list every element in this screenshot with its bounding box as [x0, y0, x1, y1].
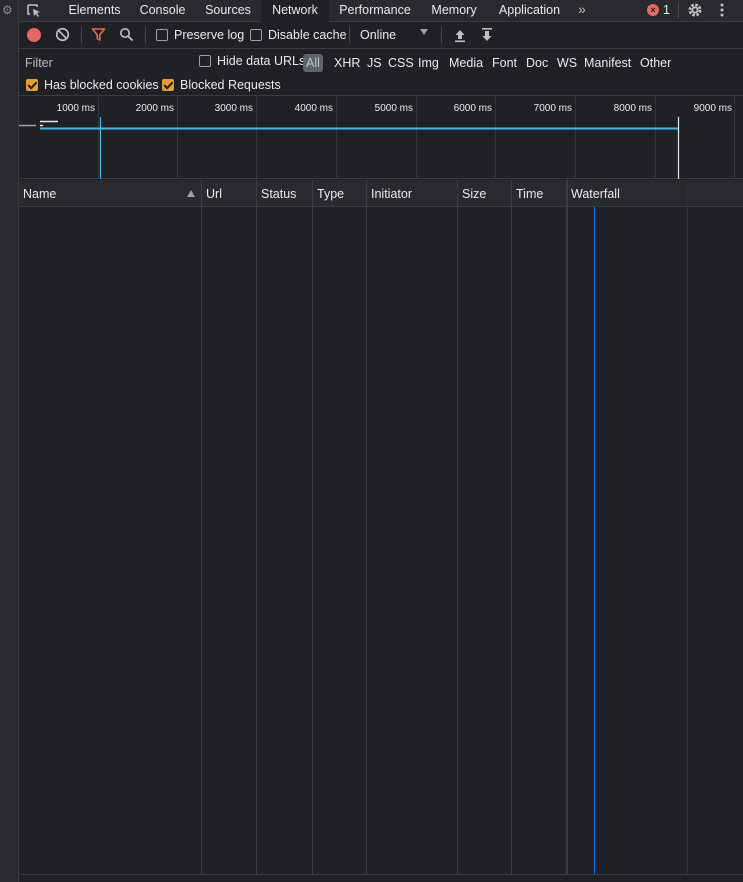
column-divider[interactable]	[256, 180, 257, 874]
filter-input[interactable]	[21, 53, 186, 72]
column-divider[interactable]	[366, 180, 367, 874]
filter-type-all[interactable]: All	[303, 54, 323, 72]
tab-network[interactable]: Network	[261, 0, 329, 22]
has-blocked-cookies-label: Has blocked cookies	[44, 78, 159, 92]
column-header-name[interactable]: Name	[23, 187, 56, 201]
network-overview[interactable]: 1000 ms 2000 ms 3000 ms 4000 ms 5000 ms …	[19, 97, 743, 179]
tab-elements[interactable]: Elements	[59, 0, 130, 22]
waterfall-grid-line	[687, 180, 688, 874]
column-divider	[567, 180, 568, 874]
filter-type-ws[interactable]: WS	[555, 54, 579, 72]
filter-type-doc[interactable]: Doc	[524, 54, 550, 72]
preserve-log-label: Preserve log	[174, 28, 245, 42]
disable-cache-checkbox[interactable]	[250, 29, 262, 41]
has-blocked-cookies-checkbox[interactable]	[26, 79, 38, 91]
filter-type-css[interactable]: CSS	[386, 54, 416, 72]
divider	[441, 27, 442, 43]
column-divider[interactable]	[457, 180, 458, 874]
more-tabs-chevron-icon[interactable]: »	[578, 1, 586, 17]
disable-cache-label: Disable cache	[268, 28, 347, 42]
overview-request-bars	[19, 117, 680, 179]
hide-data-urls-label: Hide data URLs	[217, 54, 306, 68]
filter-bar: Hide data URLs All XHR JS CSS Img Media …	[19, 50, 743, 75]
more-options-kebab-icon[interactable]	[719, 2, 725, 18]
divider	[145, 27, 146, 43]
network-toolbar: Preserve log Disable cache Online	[19, 22, 743, 49]
throttling-select[interactable]: Online	[360, 28, 396, 42]
column-header-size[interactable]: Size	[462, 187, 486, 201]
tab-bar: Elements Console Sources Network Perform…	[19, 0, 743, 22]
blocked-filter-row: Has blocked cookies Blocked Requests	[19, 75, 743, 96]
divider	[678, 3, 679, 19]
filter-type-js[interactable]: JS	[365, 54, 384, 72]
error-counter[interactable]: × 1	[647, 3, 670, 17]
column-divider[interactable]	[511, 180, 512, 874]
column-header-initiator[interactable]: Initiator	[371, 187, 412, 201]
chevron-down-icon[interactable]	[420, 29, 428, 35]
hide-data-urls-checkbox[interactable]	[199, 55, 211, 67]
column-header-status[interactable]: Status	[261, 187, 296, 201]
tab-application[interactable]: Application	[487, 0, 572, 22]
divider	[81, 27, 82, 43]
dom-content-loaded-marker	[594, 207, 595, 874]
tab-memory[interactable]: Memory	[421, 0, 487, 22]
error-icon: ×	[647, 4, 659, 16]
column-header-type[interactable]: Type	[317, 187, 344, 201]
filter-type-manifest[interactable]: Manifest	[582, 54, 633, 72]
column-divider[interactable]	[201, 180, 202, 874]
clear-icon[interactable]	[55, 27, 70, 42]
settings-gear-icon[interactable]	[686, 1, 704, 19]
devtools-window: Elements Console Sources Network Perform…	[19, 0, 743, 882]
preserve-log-checkbox[interactable]	[156, 29, 168, 41]
left-gutter: ⚙	[0, 0, 19, 882]
settings-edge-icon: ⚙	[2, 3, 13, 17]
tab-console[interactable]: Console	[130, 0, 195, 22]
tab-performance[interactable]: Performance	[329, 0, 421, 22]
column-header-time[interactable]: Time	[516, 187, 543, 201]
search-icon[interactable]	[119, 27, 134, 42]
sort-ascending-icon[interactable]	[187, 190, 195, 197]
export-har-download-icon[interactable]	[480, 27, 494, 43]
filter-type-font[interactable]: Font	[490, 54, 519, 72]
requests-table: Name Url Status Type Initiator Size Time…	[19, 180, 743, 882]
import-har-upload-icon[interactable]	[453, 27, 467, 43]
filter-type-media[interactable]: Media	[447, 54, 485, 72]
filter-funnel-icon[interactable]	[91, 27, 106, 42]
error-count: 1	[663, 3, 670, 17]
column-divider[interactable]	[312, 180, 313, 874]
divider	[349, 27, 350, 43]
filter-type-img[interactable]: Img	[416, 54, 441, 72]
record-button[interactable]	[27, 28, 41, 42]
table-footer	[19, 874, 743, 882]
filter-type-other[interactable]: Other	[638, 54, 673, 72]
column-header-waterfall[interactable]: Waterfall	[571, 187, 620, 201]
blocked-requests-checkbox[interactable]	[162, 79, 174, 91]
column-header-url[interactable]: Url	[206, 187, 222, 201]
tab-sources[interactable]: Sources	[195, 0, 261, 22]
inspect-element-icon[interactable]	[25, 2, 43, 20]
blocked-requests-label: Blocked Requests	[180, 78, 281, 92]
filter-type-xhr[interactable]: XHR	[332, 54, 362, 72]
